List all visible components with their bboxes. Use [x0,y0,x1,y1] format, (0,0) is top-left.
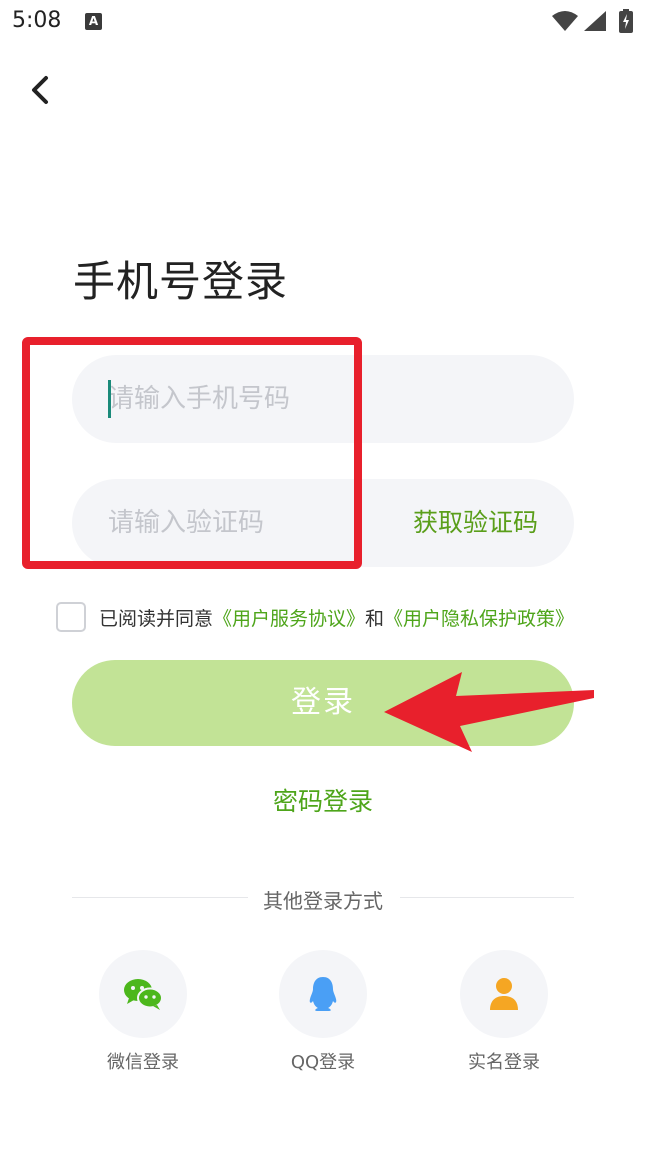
page-title: 手机号登录 [73,257,289,306]
signal-icon [584,11,606,31]
password-login-link[interactable]: 密码登录 [0,782,646,818]
get-code-button[interactable]: 获取验证码 [413,479,538,567]
agreement-checkbox[interactable] [56,602,86,632]
agreement-prefix: 已阅读并同意 [99,607,214,630]
divider-right [400,897,574,898]
wifi-icon [552,11,578,31]
qq-login-button[interactable]: QQ登录 [279,950,367,1074]
qq-icon-circle[interactable] [279,950,367,1038]
wechat-login-button[interactable]: 微信登录 [99,950,187,1074]
verification-code-field[interactable]: 获取验证码 [72,479,574,567]
status-time: 5:08 [12,8,62,33]
phone-field[interactable] [72,355,574,443]
back-button[interactable] [22,70,62,110]
user-agreement-link[interactable]: 《用户服务协议》 [213,604,365,631]
realname-login-button[interactable]: 实名登录 [460,950,548,1074]
wechat-login-label: 微信登录 [107,1052,179,1073]
agreement-row: 已阅读并同意 《用户服务协议》 和 《用户隐私保护政策》 [56,602,574,632]
other-login-label: 其他登录方式 [263,889,383,913]
accessibility-notification-icon: A [85,13,102,30]
wechat-icon [124,979,163,1010]
phone-input[interactable] [108,355,528,443]
realname-login-label: 实名登录 [468,1052,540,1073]
qq-penguin-icon [309,977,337,1011]
verification-code-input[interactable] [108,479,388,567]
qq-login-label: QQ登录 [290,1052,356,1073]
login-screen: 5:08 A 手机号登录 获取验证码 已阅读并同意 《用户服务协议》 和 《用户… [0,0,646,1150]
privacy-policy-link[interactable]: 《用户隐私保护政策》 [384,604,574,631]
annotation-arrow [384,672,594,752]
battery-charging-icon [619,9,633,33]
realname-icon-circle[interactable] [460,950,548,1038]
wechat-icon-circle[interactable] [99,950,187,1038]
person-icon [490,978,518,1010]
agreement-and: 和 [365,607,385,630]
text-cursor [108,380,111,418]
